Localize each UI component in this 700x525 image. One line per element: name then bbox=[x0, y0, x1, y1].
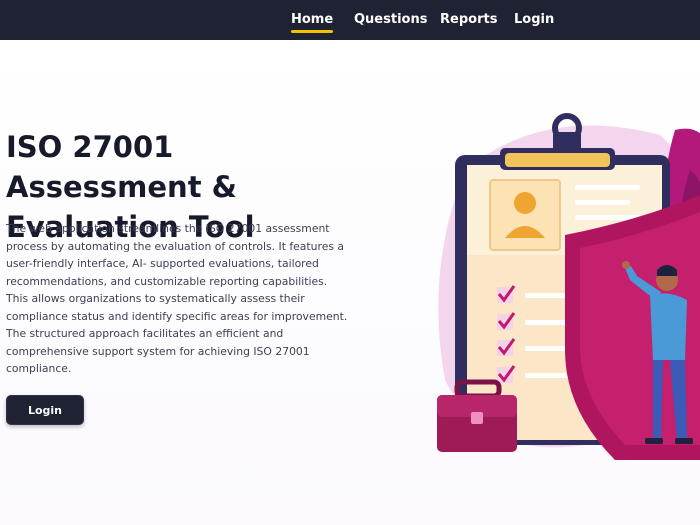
nav-reports-link[interactable]: Reports bbox=[440, 12, 497, 27]
nav-login-link[interactable]: Login bbox=[514, 12, 554, 27]
clipboard-shield-illustration bbox=[437, 113, 700, 460]
profile-photo-placeholder bbox=[489, 179, 561, 251]
hero-description: The web application streamlines the ISO … bbox=[6, 222, 348, 375]
login-button[interactable]: Login bbox=[6, 395, 84, 425]
person-head-icon bbox=[514, 192, 536, 214]
nav-questions-link[interactable]: Questions bbox=[354, 12, 427, 27]
nav-home-link[interactable]: Home bbox=[291, 12, 334, 33]
top-navbar: Home Questions Reports Login bbox=[0, 0, 700, 40]
